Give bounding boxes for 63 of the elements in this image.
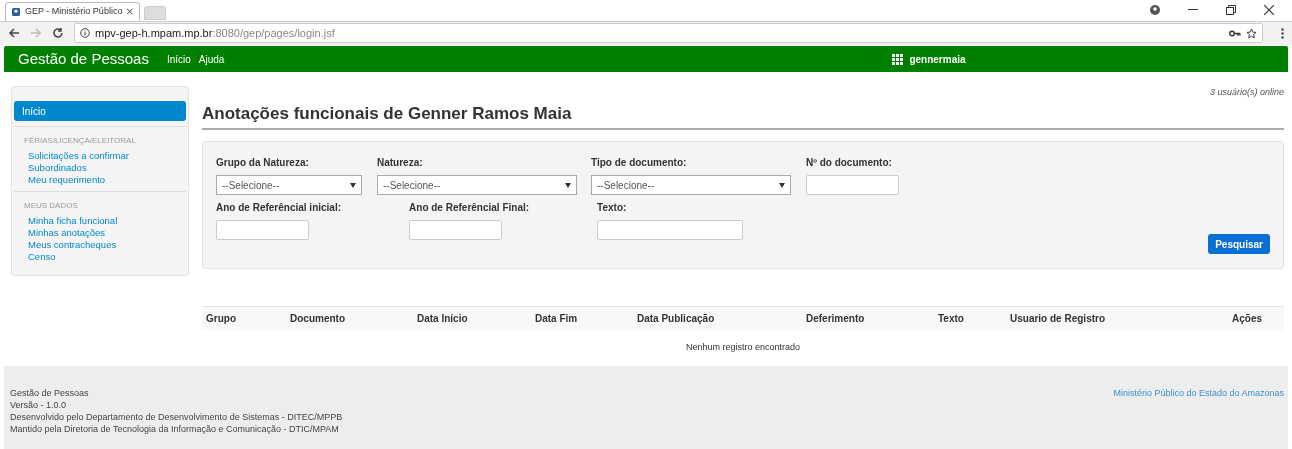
input-field[interactable] (409, 220, 503, 241)
input-field[interactable] (597, 220, 744, 241)
sidebar-link[interactable]: Subordinados (28, 162, 186, 175)
restore-icon[interactable] (1226, 5, 1236, 16)
footer-link[interactable]: Ministério Público do Estado do Amazonas (1113, 387, 1284, 400)
sidebar-heading: MEUS DADOS (24, 200, 79, 213)
column-header: Data Fim (535, 312, 579, 327)
column-header: Grupo (206, 312, 237, 327)
footer-text: Gestão de Pessoas (10, 387, 90, 400)
column-header: Data Início (417, 312, 469, 327)
star-icon[interactable] (1246, 27, 1257, 39)
dropdown[interactable]: --Selecione-- (591, 175, 791, 196)
caret-icon (350, 182, 356, 188)
back-icon[interactable] (8, 27, 20, 40)
footer-text: Mantido pela Diretoria de Tecnologia da Informação e Comunicação - DTIC/MPAM (10, 423, 340, 436)
key-icon[interactable] (1229, 29, 1241, 37)
app-favicon (12, 6, 20, 17)
sidebar-heading: FÉRIAS/LICENÇA/ELEITORAL (24, 135, 137, 148)
caret-icon (779, 182, 785, 188)
nav-link[interactable]: Início (166, 51, 191, 67)
column-header: Ações (1231, 312, 1263, 327)
footer-text: Desenvolvido pelo Departamento de Desenvolvimento de Sistemas - DITEC/MPPB (10, 411, 343, 424)
sidebar-link[interactable]: Minhas anotações (28, 227, 186, 240)
sidebar-link[interactable]: Meus contracheques (28, 239, 186, 252)
search-button[interactable]: Pesquisar (1208, 234, 1270, 255)
minimize-icon[interactable] (1188, 9, 1198, 12)
sidebar-item[interactable]: Início (14, 101, 186, 122)
reload-icon[interactable] (52, 27, 64, 40)
field-label: Nº do documento: (806, 156, 893, 171)
input-field[interactable] (806, 175, 899, 196)
field-label: Texto: (597, 201, 628, 216)
apps-grid-icon[interactable] (892, 53, 904, 65)
profile-icon[interactable] (1150, 5, 1160, 16)
field-label: Ano de Referêncial inicial: (216, 201, 342, 216)
column-header: Data Publicação (637, 312, 716, 327)
address-bar[interactable]: mpv-gep-h.mpam.mp.br:8080/gep/pages/login.jsf (74, 23, 1263, 44)
close-icon[interactable] (1264, 5, 1274, 16)
column-header: Texto (938, 312, 965, 327)
column-header: Documento (290, 312, 346, 327)
input-field[interactable] (216, 220, 309, 241)
app-brand[interactable]: Gestão de Pessoas (18, 47, 149, 71)
field-label: Ano de Referêncial Final: (409, 201, 530, 216)
sidebar-link[interactable]: Minha ficha funcional (28, 215, 186, 228)
page-title: Anotações funcionais de Genner Ramos Maia (202, 102, 573, 125)
field-label: Tipo de documento: (591, 156, 688, 171)
field-label: Grupo da Natureza: (216, 156, 310, 171)
browser-tab[interactable]: GEP - Ministério Público (5, 1, 140, 21)
sidebar-link[interactable]: Solicitações a confirmar (28, 150, 186, 163)
field-label: Natureza: (377, 156, 424, 171)
user-name[interactable]: gennermaia (909, 51, 966, 67)
column-header: Deferimento (806, 312, 866, 327)
sidebar-link[interactable]: Censo (28, 251, 186, 264)
nav-link[interactable]: Ajuda (198, 51, 225, 67)
dropdown[interactable]: --Selecione-- (216, 175, 362, 196)
caret-icon (565, 182, 571, 188)
footer-text: Versão - 1.0.0 (10, 399, 68, 412)
info-icon[interactable] (80, 28, 90, 39)
column-header: Usuario de Registro (1010, 312, 1107, 327)
empty-table-message: Nenhum registro encontrado (685, 341, 801, 355)
dropdown[interactable]: --Selecione-- (377, 175, 577, 196)
menu-icon[interactable] (1281, 27, 1284, 39)
sidebar-link[interactable]: Meu requerimento (28, 174, 186, 187)
online-users-count: 3 usuário(s) online (1209, 86, 1284, 100)
